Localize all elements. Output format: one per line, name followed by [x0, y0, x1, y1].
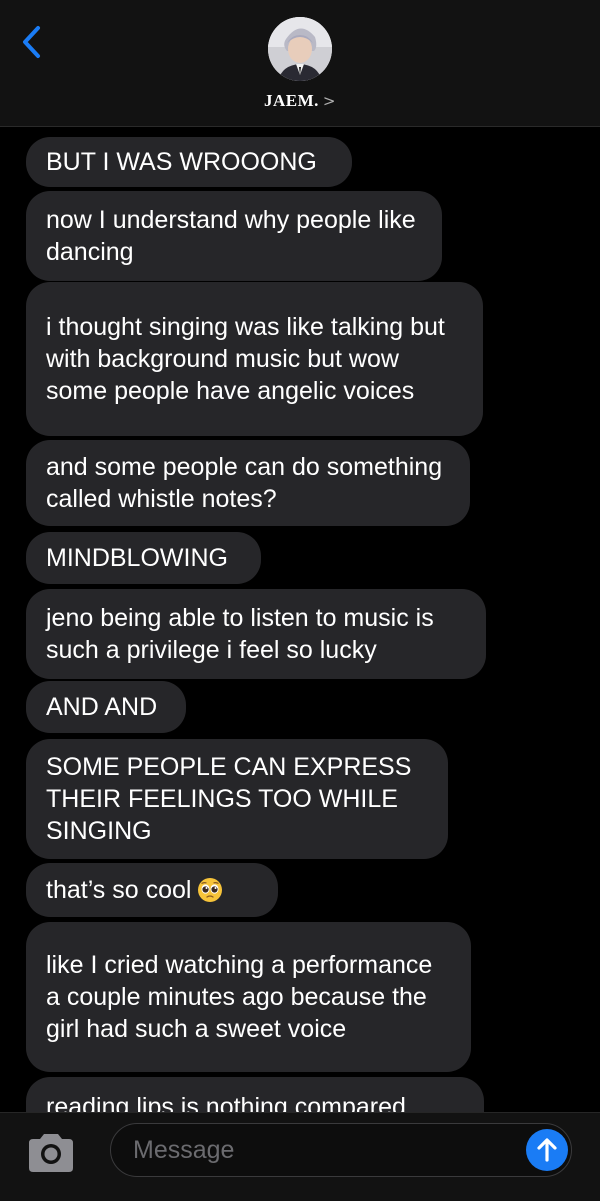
pleading-face-emoji	[198, 878, 223, 902]
chevron-right-icon: >	[322, 92, 336, 110]
chevron-left-icon	[23, 26, 40, 58]
message-bubble[interactable]: AND AND	[26, 681, 186, 733]
message-bubble[interactable]: reading lips is nothing compared	[26, 1077, 484, 1112]
contact-name-label: JAEM.	[264, 91, 319, 110]
message-text: SOME PEOPLE CAN EXPRESS THEIR FEELINGS T…	[46, 753, 412, 845]
message-bubble[interactable]: BUT I WAS WROOONG	[26, 137, 352, 187]
message-thread[interactable]: BUT I WAS WROOONG now I understand why p…	[0, 127, 600, 1112]
message-text: and some people can do something called …	[46, 453, 443, 513]
message-text: like I cried watching a performance a co…	[46, 951, 433, 1043]
message-text: AND AND	[46, 693, 158, 721]
message-composer	[0, 1112, 600, 1201]
camera-button[interactable]	[24, 1131, 78, 1175]
arrow-up-icon	[537, 1138, 557, 1162]
message-text: i thought singing was like talking but w…	[46, 313, 445, 405]
message-text: MINDBLOWING	[46, 544, 228, 572]
message-text-content: that’s so cool	[46, 876, 192, 904]
message-bubble[interactable]: i thought singing was like talking but w…	[26, 282, 483, 436]
conversation-header: JAEM. >	[0, 0, 600, 127]
avatar[interactable]	[268, 17, 332, 81]
message-text: BUT I WAS WROOONG	[46, 148, 317, 176]
message-bubble[interactable]: now I understand why people like dancing	[26, 191, 442, 281]
message-bubble[interactable]: SOME PEOPLE CAN EXPRESS THEIR FEELINGS T…	[26, 739, 448, 859]
message-bubble[interactable]: that’s so cool	[26, 863, 278, 917]
message-text: that’s so cool	[46, 874, 223, 906]
message-bubble[interactable]: and some people can do something called …	[26, 440, 470, 526]
message-text: jeno being able to listen to music is su…	[46, 604, 434, 664]
avatar-image	[268, 17, 332, 81]
message-bubble[interactable]: like I cried watching a performance a co…	[26, 922, 471, 1072]
send-button[interactable]	[526, 1129, 568, 1171]
message-input[interactable]	[110, 1123, 572, 1177]
message-bubble[interactable]: MINDBLOWING	[26, 532, 261, 584]
message-text: reading lips is nothing compared	[46, 1093, 406, 1112]
back-button[interactable]	[14, 22, 50, 62]
message-text: now I understand why people like dancing	[46, 206, 416, 266]
contact-name[interactable]: JAEM. >	[0, 91, 600, 111]
camera-icon	[29, 1134, 73, 1172]
message-bubble[interactable]: jeno being able to listen to music is su…	[26, 589, 486, 679]
